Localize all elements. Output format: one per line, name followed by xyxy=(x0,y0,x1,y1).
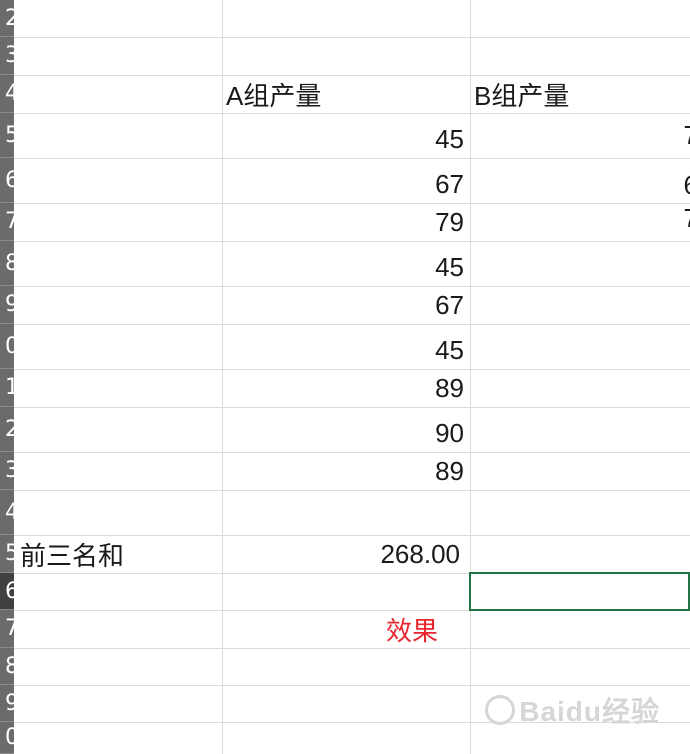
cell-a-value[interactable]: 45 xyxy=(222,241,470,286)
cell-a-value[interactable]: 67 xyxy=(222,286,470,324)
row-number[interactable]: 4 xyxy=(0,75,14,113)
cell-top3-sum[interactable]: 268.00 xyxy=(222,535,470,573)
watermark-text: Baidu经验 xyxy=(519,696,660,727)
cell-a-value[interactable]: 45 xyxy=(222,113,470,158)
column-header-b-group-output[interactable]: B组产量 xyxy=(470,75,690,113)
row-number[interactable]: 2 xyxy=(0,0,14,37)
row-number[interactable]: 0 xyxy=(0,722,14,754)
row-number[interactable]: 3 xyxy=(0,37,14,75)
cell-a-value[interactable]: 89 xyxy=(222,369,470,407)
row-divider xyxy=(14,685,690,686)
cell-b-value[interactable]: 7 xyxy=(470,113,690,158)
row-number[interactable]: 0 xyxy=(0,324,14,369)
column-header-a-group-output[interactable]: A组产量 xyxy=(222,75,470,113)
row-divider xyxy=(14,490,690,491)
row-number[interactable]: 6 xyxy=(0,158,14,203)
row-divider xyxy=(14,648,690,649)
row-number[interactable]: 1 xyxy=(0,369,14,407)
cell-a-value[interactable]: 79 xyxy=(222,203,470,241)
row-number[interactable]: 2 xyxy=(0,407,14,452)
cell-a-value[interactable]: 45 xyxy=(222,324,470,369)
row-number[interactable]: 7 xyxy=(0,610,14,648)
cell-a-value[interactable]: 89 xyxy=(222,452,470,490)
cell-a-value[interactable]: 67 xyxy=(222,158,470,203)
spreadsheet-grid[interactable]: 2 3 4 5 6 7 8 9 0 1 2 3 4 5 6 7 8 9 0 A组… xyxy=(0,0,690,754)
row-number[interactable]: 8 xyxy=(0,241,14,286)
baidu-watermark: Baidu经验 xyxy=(485,690,660,730)
row-number[interactable]: 5 xyxy=(0,535,14,573)
cell-b-value[interactable]: 7 xyxy=(470,203,690,241)
row-number-active[interactable]: 6 xyxy=(0,573,14,610)
row-number[interactable]: 3 xyxy=(0,452,14,490)
row-number[interactable]: 5 xyxy=(0,113,14,158)
row-number[interactable]: 8 xyxy=(0,648,14,685)
row-number[interactable]: 7 xyxy=(0,203,14,241)
row-number[interactable]: 9 xyxy=(0,685,14,722)
selected-cell[interactable] xyxy=(469,572,690,611)
paw-logo-icon xyxy=(485,695,516,725)
cell-top3-label[interactable]: 前三名和 xyxy=(14,535,222,573)
row-number[interactable]: 9 xyxy=(0,286,14,324)
effect-label: 效果 xyxy=(385,615,438,646)
cell-a-value[interactable]: 90 xyxy=(222,407,470,452)
row-number[interactable]: 4 xyxy=(0,490,14,535)
row-divider xyxy=(14,37,690,38)
row-header-column[interactable]: 2 3 4 5 6 7 8 9 0 1 2 3 4 5 6 7 8 9 0 xyxy=(0,0,14,754)
cell-b-value[interactable]: 6 xyxy=(470,158,690,203)
